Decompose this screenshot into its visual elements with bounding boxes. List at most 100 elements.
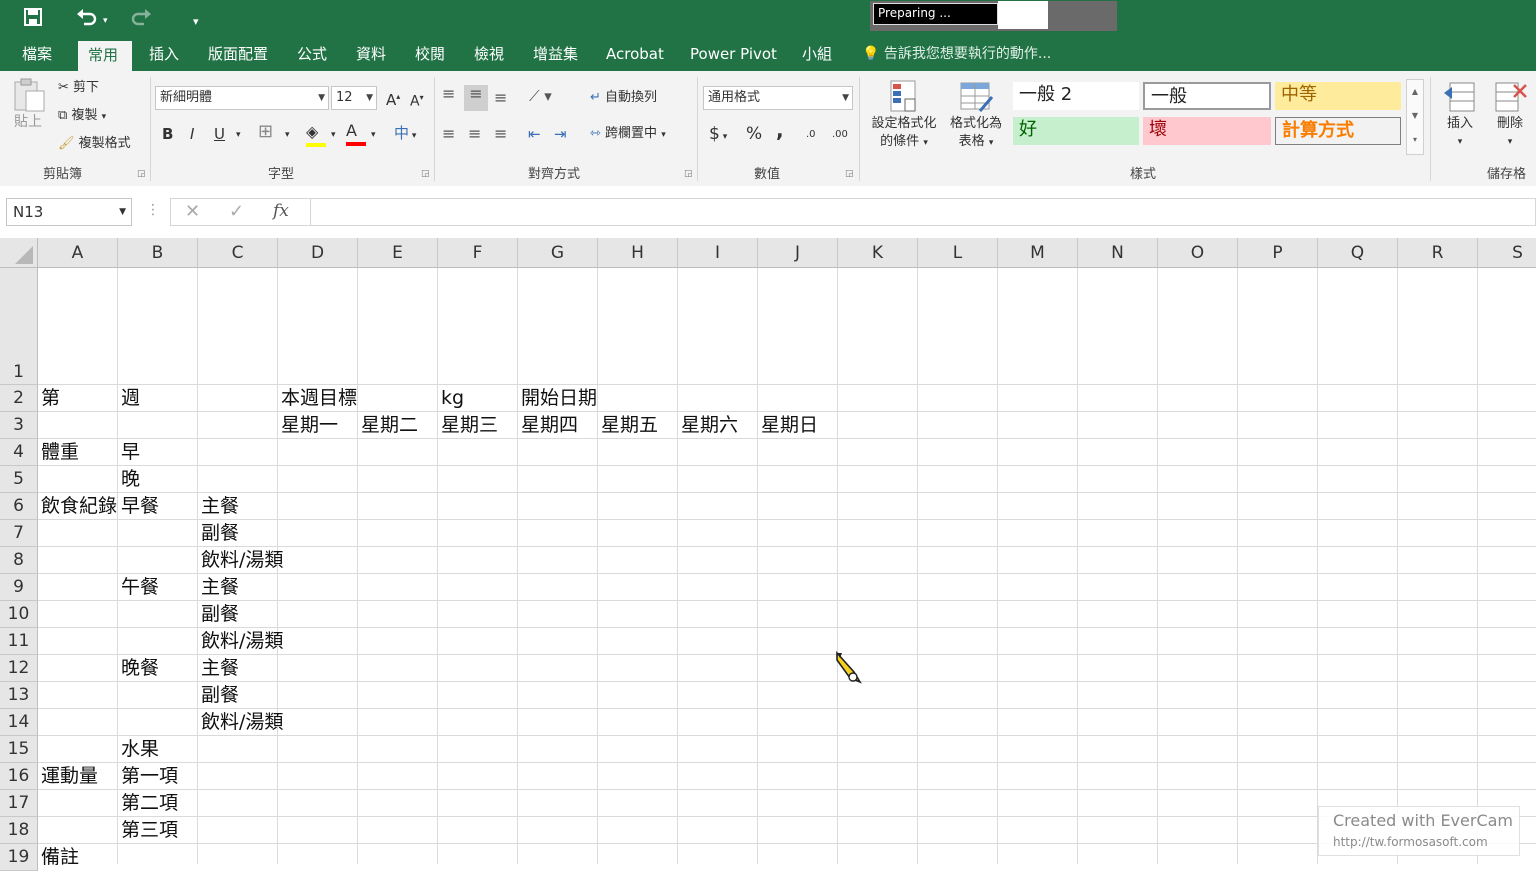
cell-C14[interactable]: 飲料/湯類 xyxy=(198,709,283,736)
align-right-icon[interactable]: ≡ xyxy=(494,125,507,143)
worksheet-grid[interactable]: A B C D E F G H I J K L M N O P Q R S 1 2 3 4 5 6 7 8 9 10 11 12 13 14 15… xyxy=(0,238,1536,871)
column-header-H[interactable]: H xyxy=(598,238,678,268)
cell-A19[interactable]: 備註 xyxy=(38,844,79,871)
column-header-O[interactable]: O xyxy=(1158,238,1238,268)
cell-C13[interactable]: 副餐 xyxy=(198,682,239,709)
fill-dropdown-icon[interactable]: ▾ xyxy=(331,126,336,144)
italic-button[interactable]: I xyxy=(190,125,194,143)
merge-center-button[interactable]: ⇿ 跨欄置中 ▾ xyxy=(590,125,666,144)
comma-button[interactable]: , xyxy=(776,120,784,140)
font-color-dropdown-icon[interactable]: ▾ xyxy=(371,126,376,144)
cell-F3[interactable]: 星期三 xyxy=(438,412,517,439)
cell-B12[interactable]: 晚餐 xyxy=(118,655,197,682)
tab-view[interactable]: 檢視 xyxy=(464,38,514,71)
style-bad[interactable]: 壞 xyxy=(1143,117,1271,145)
cell-E3[interactable]: 星期二 xyxy=(358,412,437,439)
format-painter-button[interactable]: 🖌 複製格式 xyxy=(58,135,131,153)
column-header-I[interactable]: I xyxy=(678,238,758,268)
tell-me-search[interactable]: 💡 告訴我您想要執行的動作... xyxy=(862,38,1051,71)
save-icon[interactable] xyxy=(24,8,42,31)
column-header-A[interactable]: A xyxy=(38,238,118,268)
row-header-8[interactable]: 8 xyxy=(0,547,38,574)
font-color-button[interactable]: A xyxy=(346,122,366,146)
cell-D2[interactable]: 本週目標 xyxy=(278,385,357,412)
cell-I3[interactable]: 星期六 xyxy=(678,412,757,439)
cell-C7[interactable]: 副餐 xyxy=(198,520,239,547)
row-header-18[interactable]: 18 xyxy=(0,817,38,844)
paste-button[interactable]: 貼上 xyxy=(12,77,46,131)
cell-G2[interactable]: 開始日期 xyxy=(518,385,597,412)
cell-A16[interactable]: 運動量 xyxy=(38,763,117,790)
phonetic-button[interactable]: 中 ▾ xyxy=(394,124,416,145)
undo-dropdown-icon[interactable]: ▾ xyxy=(103,11,108,31)
format-as-table-button[interactable]: 格式化為 表格 ▾ xyxy=(944,79,1008,152)
row-header-4[interactable]: 4 xyxy=(0,439,38,466)
column-header-J[interactable]: J xyxy=(758,238,838,268)
number-launcher-icon[interactable]: ◲ xyxy=(845,165,854,183)
cell-A4[interactable]: 體重 xyxy=(38,439,117,466)
name-box[interactable]: N13 ▼ xyxy=(6,198,132,226)
cell-B18[interactable]: 第三項 xyxy=(118,817,178,844)
tab-acrobat[interactable]: Acrobat xyxy=(596,38,674,71)
percent-button[interactable]: % xyxy=(746,125,762,143)
cell-J3[interactable]: 星期日 xyxy=(758,412,818,439)
cell-C12[interactable]: 主餐 xyxy=(198,655,239,682)
column-header-D[interactable]: D xyxy=(278,238,358,268)
border-dropdown-icon[interactable]: ▾ xyxy=(285,126,290,144)
column-header-R[interactable]: R xyxy=(1398,238,1478,268)
row-header-13[interactable]: 13 xyxy=(0,682,38,709)
cell-B4[interactable]: 早 xyxy=(118,439,140,466)
row-header-11[interactable]: 11 xyxy=(0,628,38,655)
row-header-14[interactable]: 14 xyxy=(0,709,38,736)
style-normal-2[interactable]: 一般 2 xyxy=(1013,82,1139,110)
cell-A2[interactable]: 第 xyxy=(38,385,117,412)
cancel-icon[interactable]: ✕ xyxy=(185,201,200,222)
column-header-S[interactable]: S xyxy=(1478,238,1536,268)
row-header-15[interactable]: 15 xyxy=(0,736,38,763)
style-calculation[interactable]: 計算方式 xyxy=(1275,117,1401,145)
currency-button[interactable]: $ ▾ xyxy=(709,125,727,146)
cell-C8[interactable]: 飲料/湯類 xyxy=(198,547,283,574)
cell-B6[interactable]: 早餐 xyxy=(118,493,197,520)
shrink-font-button[interactable]: A▾ xyxy=(410,89,424,111)
tab-insert[interactable]: 插入 xyxy=(139,38,189,71)
tab-page-layout[interactable]: 版面配置 xyxy=(198,38,278,71)
column-header-G[interactable]: G xyxy=(518,238,598,268)
row-header-2[interactable]: 2 xyxy=(0,385,38,412)
cell-C9[interactable]: 主餐 xyxy=(198,574,239,601)
decrease-indent-icon[interactable]: ⇤ xyxy=(528,125,541,143)
number-format-combo[interactable]: 通用格式 ▼ xyxy=(703,86,853,110)
align-top-icon[interactable]: ≡ xyxy=(442,85,455,103)
tab-data[interactable]: 資料 xyxy=(346,38,396,71)
column-header-Q[interactable]: Q xyxy=(1318,238,1398,268)
column-header-B[interactable]: B xyxy=(118,238,198,268)
column-header-E[interactable]: E xyxy=(358,238,438,268)
align-center-icon[interactable]: ≡ xyxy=(468,125,481,143)
wrap-text-button[interactable]: ↵ 自動換列 xyxy=(590,89,657,107)
style-normal[interactable]: 一般 xyxy=(1143,82,1271,110)
cell-D3[interactable]: 星期一 xyxy=(278,412,357,439)
row-header-1[interactable]: 1 xyxy=(0,268,38,385)
undo-icon[interactable] xyxy=(76,8,98,31)
styles-scroll[interactable]: ▲ ▼ ▾ xyxy=(1406,79,1424,155)
row-header-9[interactable]: 9 xyxy=(0,574,38,601)
border-icon[interactable]: ⊞ xyxy=(258,123,273,141)
customize-icon[interactable]: ▾ xyxy=(193,12,199,32)
cell-C11[interactable]: 飲料/湯類 xyxy=(198,628,283,655)
formula-input[interactable] xyxy=(310,198,1536,226)
delete-cells-button[interactable]: 刪除 ▾ xyxy=(1490,79,1530,151)
copy-button[interactable]: ⧉ 複製 ▾ xyxy=(58,107,106,126)
cut-button[interactable]: ✂ 剪下 xyxy=(58,79,99,97)
cell-B15[interactable]: 水果 xyxy=(118,736,159,763)
tab-home[interactable]: 常用 xyxy=(78,41,132,71)
column-header-P[interactable]: P xyxy=(1238,238,1318,268)
increase-indent-icon[interactable]: ⇥ xyxy=(554,125,567,143)
row-header-19[interactable]: 19 xyxy=(0,844,38,871)
insert-function-button[interactable]: fx xyxy=(273,201,289,221)
decrease-decimal-button[interactable]: .00 xyxy=(832,126,848,144)
cell-B2[interactable]: 週 xyxy=(118,385,140,412)
tab-file[interactable]: 檔案 xyxy=(12,38,62,71)
row-header-5[interactable]: 5 xyxy=(0,466,38,493)
bold-button[interactable]: B xyxy=(162,125,173,143)
tab-team[interactable]: 小組 xyxy=(792,38,842,71)
